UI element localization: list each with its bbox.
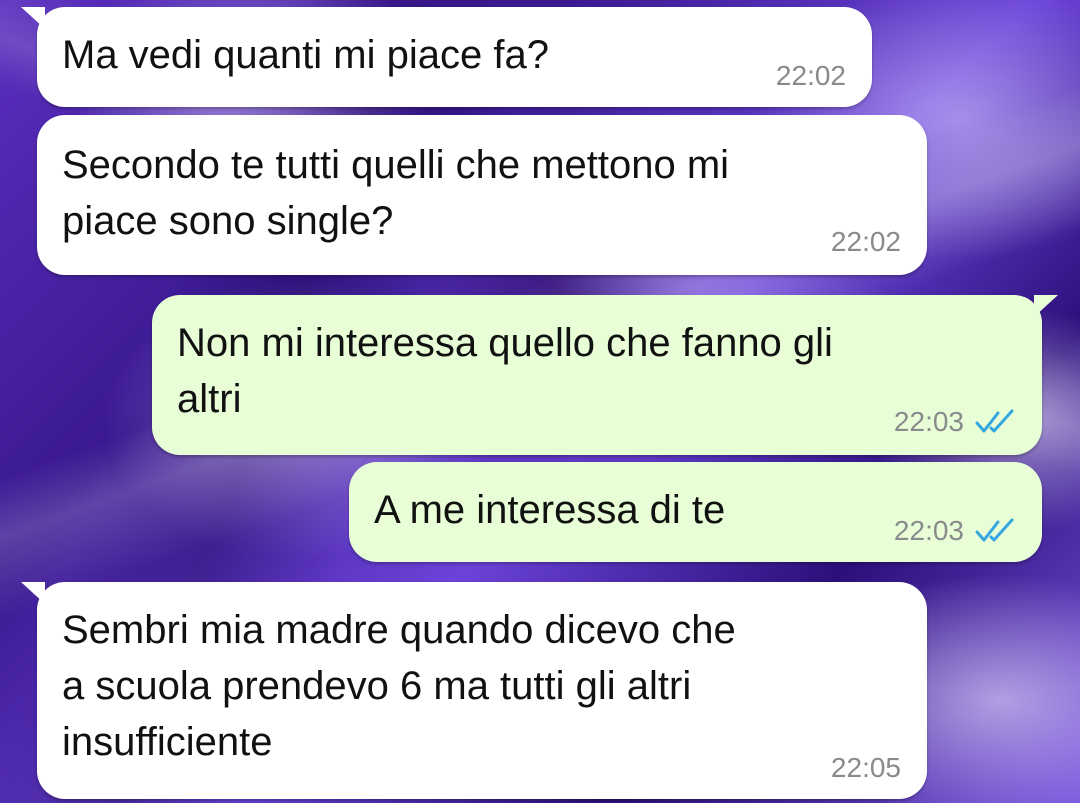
message-text: Non mi interessa quello che fanno gli al… (177, 321, 833, 421)
message-text: Ma vedi quanti mi piace fa? (62, 33, 549, 77)
message-bubble-incoming[interactable]: Ma vedi quanti mi piace fa? 22:02 (21, 7, 872, 107)
message-timestamp: 22:02 (830, 226, 901, 257)
message-timestamp: 22:02 (775, 60, 846, 91)
message-timestamp: 22:05 (830, 752, 901, 783)
double-check-read-icon (975, 409, 1014, 433)
message-bubble-incoming[interactable]: Sembri mia madre quando dicevo che a scu… (21, 582, 927, 799)
message-bubble-incoming[interactable]: Secondo te tutti quelli che mettono mi p… (37, 115, 927, 275)
message-bubble-outgoing[interactable]: Non mi interessa quello che fanno gli al… (152, 295, 1058, 455)
double-check-read-icon (975, 518, 1014, 542)
message-bubble-outgoing[interactable]: A me interessa di te 22:03 (349, 462, 1042, 562)
message-text: Secondo te tutti quelli che mettono mi p… (62, 143, 730, 243)
message-text: A me interessa di te (374, 488, 726, 532)
message-timestamp: 22:03 (893, 515, 964, 546)
message-timestamp: 22:03 (893, 406, 964, 437)
message-text: Sembri mia madre quando dicevo che a scu… (62, 608, 736, 764)
